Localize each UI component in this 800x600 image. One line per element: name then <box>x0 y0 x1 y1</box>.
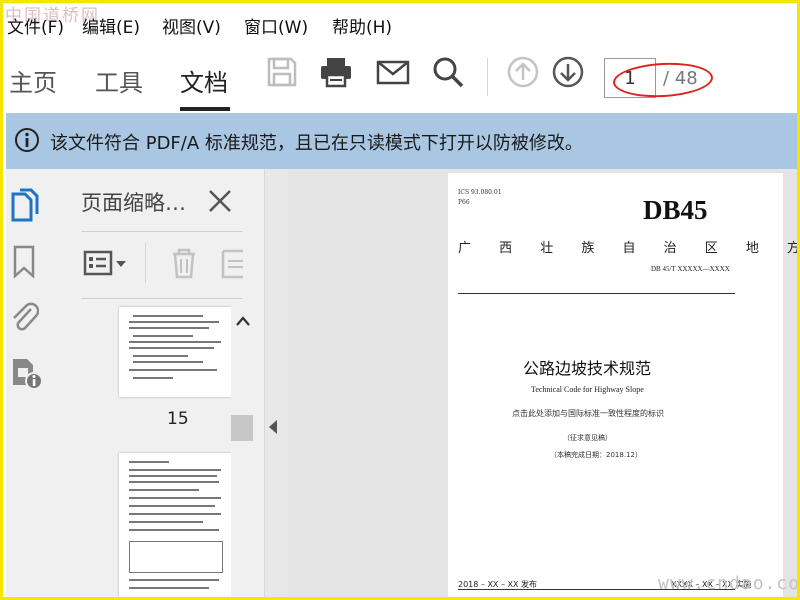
panel-toolbar-separator <box>145 243 146 283</box>
page-up-icon[interactable] <box>506 55 540 89</box>
info-icon <box>15 128 39 152</box>
print-icon[interactable] <box>319 55 353 89</box>
thumbnail-page-label: 15 <box>167 409 189 429</box>
thumbnail-page-16[interactable] <box>119 453 231 597</box>
watermark-bottom: www.cndao.com <box>658 573 800 594</box>
doc-rule-top <box>458 293 735 294</box>
email-icon[interactable] <box>376 55 410 89</box>
doc-draft-date: （本稿完成日期：2018.12） <box>550 451 642 459</box>
doc-standard-id: DB45 <box>643 195 708 225</box>
scroll-up-arrow-icon[interactable] <box>235 315 251 327</box>
thumbnail-scrollbar[interactable] <box>231 307 255 597</box>
menu-edit[interactable]: 编辑(E) <box>82 13 140 38</box>
doc-title-cn: 公路边坡技术规范 <box>523 359 652 378</box>
collapse-panel-icon[interactable] <box>267 419 279 435</box>
toolbar-separator <box>487 58 488 96</box>
close-icon[interactable] <box>207 188 233 214</box>
doc-class-code: P66 <box>458 199 470 206</box>
active-tab-indicator <box>180 107 230 111</box>
menu-file[interactable]: 文件(F) <box>7 13 64 38</box>
thumbnails-title: 页面缩略… <box>81 191 186 215</box>
menu-window[interactable]: 窗口(W) <box>244 13 308 38</box>
tab-tools[interactable]: 工具 <box>95 63 143 98</box>
info-message: 该文件符合 PDF/A 标准规范，且已在只读模式下打开以防被修改。 <box>50 133 583 154</box>
thumbnail-page-15[interactable] <box>119 307 231 397</box>
bookmark-icon[interactable] <box>11 245 37 279</box>
panel-divider <box>81 231 243 232</box>
info-bar: 该文件符合 PDF/A 标准规范，且已在只读模式下打开以防被修改。 <box>6 113 797 169</box>
tab-home[interactable]: 主页 <box>9 63 57 98</box>
menu-bar: 中国道桥网 文件(F) 编辑(E) 视图(V) 窗口(W) 帮助(H) <box>3 3 797 45</box>
app-window: 中国道桥网 文件(F) 编辑(E) 视图(V) 窗口(W) 帮助(H) 主页 工… <box>0 0 800 600</box>
menu-view[interactable]: 视图(V) <box>162 13 221 38</box>
search-icon[interactable] <box>431 55 465 89</box>
thumbnail-scroll-thumb[interactable] <box>231 415 253 441</box>
panel-splitter[interactable] <box>264 169 289 597</box>
doc-ics: ICS 93.080.01 <box>458 189 502 196</box>
doc-draft-label: （征求意见稿） <box>563 434 612 442</box>
delete-icon[interactable] <box>167 246 201 280</box>
panel-divider-2 <box>81 298 243 299</box>
pages-icon[interactable] <box>9 188 41 224</box>
menu-help[interactable]: 帮助(H) <box>332 13 392 38</box>
page-down-icon[interactable] <box>551 55 585 89</box>
tab-document[interactable]: 文档 <box>180 63 228 98</box>
doc-code: DB 45/T XXXXX—XXXX <box>651 265 730 273</box>
doc-title-en: Technical Code for Highway Slope <box>531 385 644 394</box>
extract-page-icon[interactable] <box>219 247 243 281</box>
security-icon[interactable] <box>9 353 43 391</box>
doc-consistency-note: 点击此处添加与国际标准一致性程度的标识 <box>512 409 664 418</box>
thumbnail-options-icon[interactable] <box>83 249 129 279</box>
attachment-icon[interactable] <box>9 299 39 333</box>
save-icon[interactable] <box>265 55 299 89</box>
doc-standard-name: 广 西 壮 族 自 治 区 地 方 标 准 <box>458 241 797 256</box>
